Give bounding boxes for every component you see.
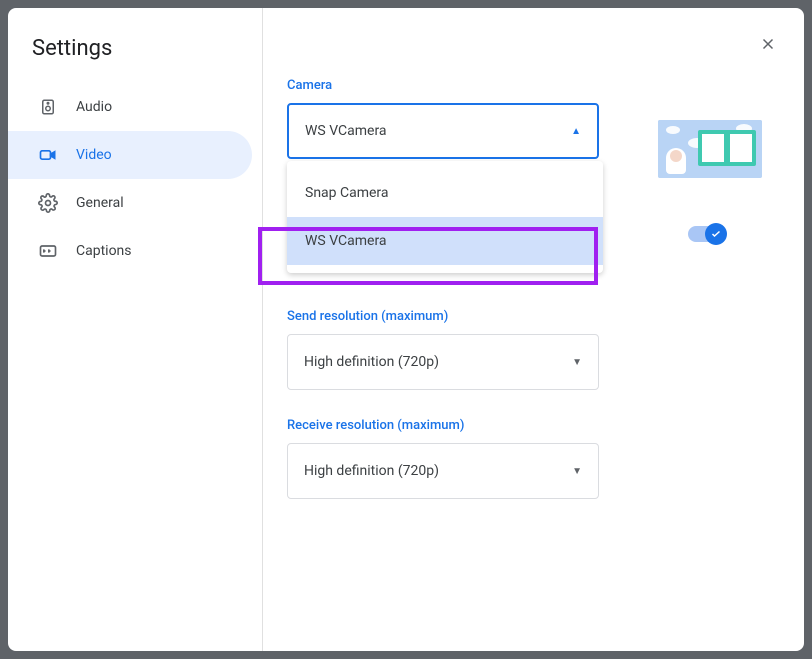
camera-dropdown[interactable]: WS VCamera ▲ Snap Camera WS VCamera: [287, 103, 599, 159]
preview-avatar: [666, 148, 686, 174]
camera-option[interactable]: WS VCamera: [287, 217, 603, 265]
chevron-down-icon: ▼: [572, 357, 582, 368]
receive-resolution-label: Receive resolution (maximum): [287, 418, 780, 433]
receive-resolution-dropdown[interactable]: High definition (720p) ▼: [287, 443, 599, 499]
camera-dropdown-value: WS VCamera: [305, 123, 387, 139]
settings-modal: Settings Audio Video General Captions: [8, 8, 804, 651]
speaker-icon: [38, 98, 58, 116]
send-resolution-label: Send resolution (maximum): [287, 309, 780, 324]
send-resolution-dropdown[interactable]: High definition (720p) ▼: [287, 334, 599, 390]
camera-dropdown-menu: Snap Camera WS VCamera: [287, 161, 603, 273]
camera-label: Camera: [287, 78, 780, 93]
preview-panel: [698, 130, 756, 166]
sidebar-item-label: Video: [76, 147, 112, 163]
sidebar-item-label: Audio: [76, 99, 112, 115]
settings-content: Camera WS VCamera ▲ Snap Camera WS VCame…: [263, 8, 804, 651]
settings-sidebar: Settings Audio Video General Captions: [8, 8, 263, 651]
send-resolution-value: High definition (720p): [304, 354, 439, 370]
chevron-up-icon: ▲: [571, 126, 581, 137]
gear-icon: [38, 193, 58, 213]
hd-toggle[interactable]: [688, 226, 724, 242]
chevron-down-icon: ▼: [572, 466, 582, 477]
sidebar-item-general[interactable]: General: [8, 179, 252, 227]
camera-option[interactable]: Snap Camera: [287, 169, 603, 217]
captions-icon: [38, 241, 58, 261]
hd-toggle-row: [688, 226, 724, 242]
sidebar-item-label: Captions: [76, 243, 132, 259]
close-button[interactable]: [754, 30, 782, 58]
sidebar-item-captions[interactable]: Captions: [8, 227, 252, 275]
settings-title: Settings: [8, 36, 262, 83]
receive-resolution-value: High definition (720p): [304, 463, 439, 479]
video-icon: [38, 145, 58, 165]
sidebar-item-video[interactable]: Video: [8, 131, 252, 179]
check-icon: [705, 223, 727, 245]
camera-preview: [658, 120, 762, 178]
sidebar-item-audio[interactable]: Audio: [8, 83, 252, 131]
sidebar-item-label: General: [76, 195, 124, 211]
